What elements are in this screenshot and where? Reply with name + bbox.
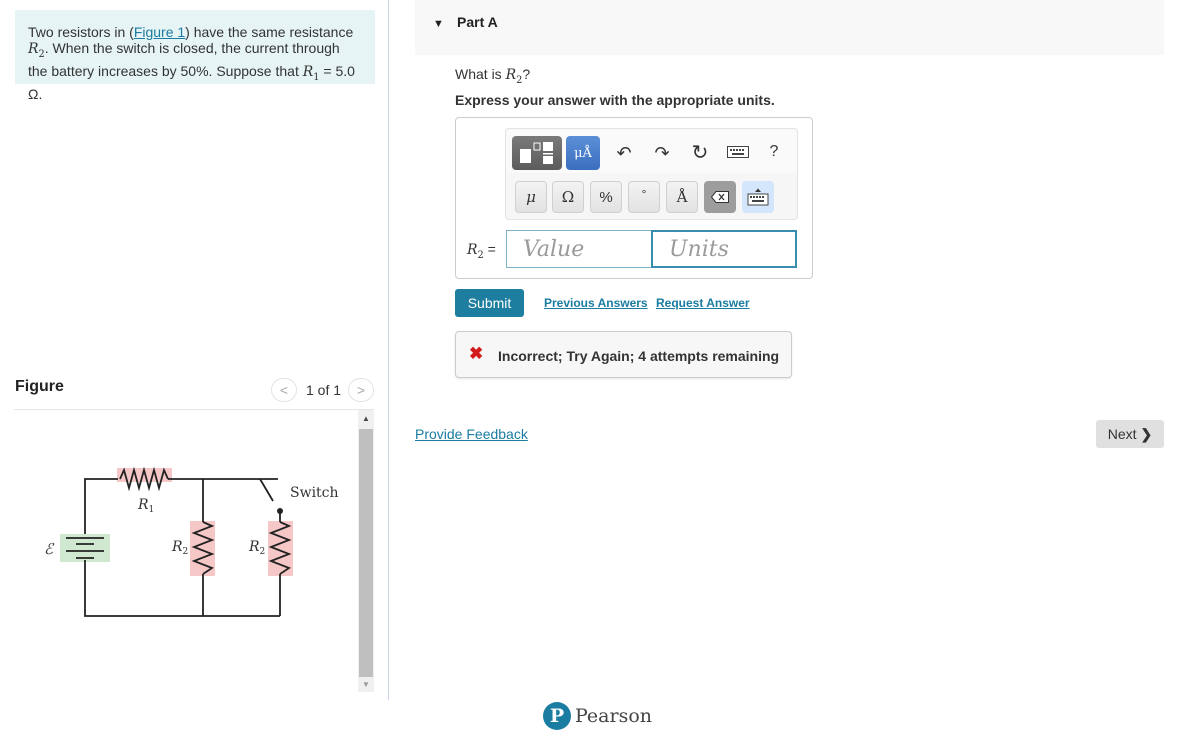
omega-button[interactable]: Ω [552,181,584,213]
circuit-diagram: ℰ R1 R2 R2 Switch [44,466,339,617]
collapse-caret-icon[interactable]: ▼ [433,18,444,30]
chevron-right-icon: ❯ [1140,426,1153,442]
scroll-up-arrow-icon[interactable]: ▲ [358,410,374,428]
r2-left-label: R2 [171,539,188,557]
math-toolbar: μÅ ↶ ↷ ↻ ? μ Ω % ° Å [505,128,798,220]
problem-text: Two resistors in ( [28,24,134,40]
wire [84,560,280,617]
mu-button[interactable]: μ [515,181,547,213]
keyboard-toggle-icon [747,188,769,206]
request-answer-link[interactable]: Request Answer [656,296,750,310]
r1-symbol: R1 [302,63,320,83]
column-divider [388,0,389,700]
emf-label: ℰ [44,540,55,558]
switch-blade [259,478,274,502]
submit-button[interactable]: Submit [455,289,524,317]
switch-contact [277,508,283,514]
previous-answers-link[interactable]: Previous Answers [544,296,648,310]
answer-label: R2 = [467,241,496,261]
wire [84,478,118,534]
help-icon[interactable]: ? [764,141,784,163]
figure-pager-label: 1 of 1 [306,382,342,398]
problem-statement: Two resistors in (Figure 1) have the sam… [15,10,375,102]
scroll-thumb[interactable] [359,429,373,677]
pearson-wordmark: Pearson [575,705,653,727]
figure-title: Figure [15,378,64,395]
feedback-message: ✖ Incorrect; Try Again; 4 attempts remai… [455,331,792,378]
figure-link[interactable]: Figure 1 [134,24,185,40]
problem-text: . When the switch is closed, the current… [28,40,340,79]
figure-divider [14,409,374,410]
r2-symbol: R2 [28,41,45,60]
degree-button[interactable]: ° [628,181,660,213]
percent-button[interactable]: % [590,181,622,213]
incorrect-x-icon: ✖ [469,344,484,363]
keyboard-icon[interactable] [726,143,750,161]
value-input[interactable] [506,230,652,268]
question-text: What is R2? [455,66,531,86]
part-a-header[interactable]: ▼ Part A [415,0,1164,55]
units-button[interactable]: μÅ [566,136,600,170]
instruction-text: Express your answer with the appropriate… [455,92,775,108]
next-button[interactable]: Next ❯ [1096,420,1164,448]
templates-button[interactable] [512,136,562,170]
figure-next-button[interactable]: > [348,378,374,402]
templates-icon [520,142,553,164]
redo-icon[interactable]: ↷ [652,142,672,164]
r1-label: R1 [137,497,154,515]
part-title: Part A [457,14,498,30]
keyboard-toggle-button[interactable] [742,181,774,213]
r2-right-label: R2 [248,539,265,557]
reset-icon[interactable]: ↻ [688,140,712,164]
problem-text: ) have the same resistance [185,24,354,40]
units-input[interactable] [651,230,797,268]
switch-label: Switch [290,485,339,501]
angstrom-button[interactable]: Å [666,181,698,213]
pearson-brand: P Pearson [543,702,652,730]
provide-feedback-link[interactable]: Provide Feedback [415,426,528,442]
feedback-text: Incorrect; Try Again; 4 attempts remaini… [498,348,780,364]
figure-prev-button[interactable]: < [271,378,297,402]
backspace-icon [711,191,729,203]
pearson-logo-icon: P [543,702,571,730]
backspace-button[interactable] [704,181,736,213]
undo-icon[interactable]: ↶ [614,142,634,164]
figure-scrollbar[interactable]: ▲ ▼ [358,410,374,692]
scroll-down-arrow-icon[interactable]: ▼ [358,678,374,692]
answer-box: μÅ ↶ ↷ ↻ ? μ Ω % ° Å R2 = Value Units [455,117,813,279]
